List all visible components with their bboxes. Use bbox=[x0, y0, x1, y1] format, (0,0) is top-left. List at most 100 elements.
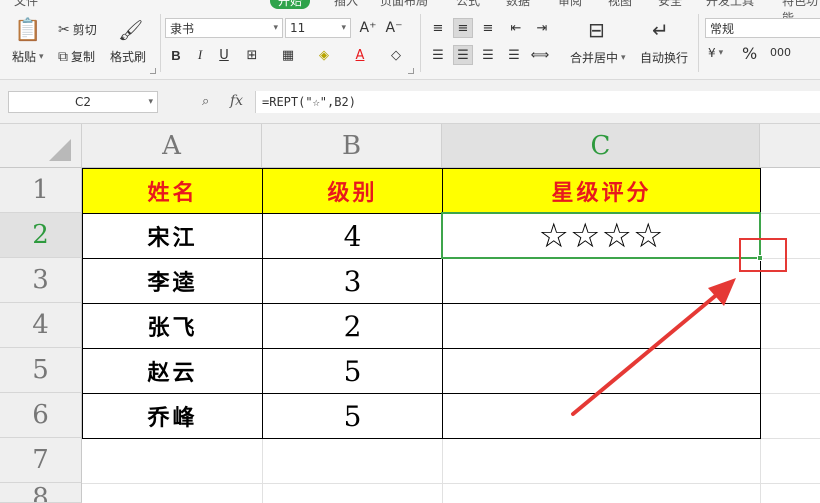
row-header-2[interactable]: 2 bbox=[0, 213, 82, 258]
borders-icon[interactable]: ⊞ bbox=[242, 45, 262, 65]
gridline bbox=[82, 483, 820, 484]
paste-icon[interactable]: 📋 bbox=[14, 18, 41, 43]
cell-a1[interactable]: 姓名 bbox=[83, 169, 263, 214]
row-header-8[interactable]: 8 bbox=[0, 483, 82, 503]
menu-developer[interactable]: 开发工具 bbox=[706, 0, 754, 9]
eraser-icon[interactable]: ◇ bbox=[386, 45, 406, 65]
currency-button[interactable]: ¥ ▾ bbox=[708, 46, 723, 60]
formula-text: =REPT("☆",B2) bbox=[262, 95, 356, 109]
merge-center-icon[interactable]: ⊟ bbox=[588, 18, 605, 42]
menu-formula[interactable]: 公式 bbox=[456, 0, 480, 9]
align-top-icon[interactable]: ≡ bbox=[428, 18, 448, 38]
zoom-search-icon[interactable]: ⌕ bbox=[202, 94, 209, 109]
format-painter-icon[interactable]: 🖌 bbox=[118, 18, 143, 42]
paste-label: 粘贴 bbox=[12, 50, 37, 64]
wrap-text-button[interactable]: 自动换行 bbox=[640, 49, 688, 66]
menu-file[interactable]: 文件 bbox=[14, 0, 38, 9]
menu-view[interactable]: 视图 bbox=[608, 0, 632, 9]
menu-data[interactable]: 数据 bbox=[506, 0, 530, 9]
name-box[interactable]: C2 ▾ bbox=[8, 91, 158, 113]
column-header-c[interactable]: C bbox=[442, 124, 760, 168]
row-header-1[interactable]: 1 bbox=[0, 168, 82, 213]
wrap-text-icon[interactable]: ↵ bbox=[652, 18, 669, 42]
cell-b2[interactable]: 4 bbox=[263, 214, 443, 259]
indent-decrease-icon[interactable]: ⇤ bbox=[506, 18, 526, 38]
row-header-6[interactable]: 6 bbox=[0, 393, 82, 438]
row-header-4[interactable]: 4 bbox=[0, 303, 82, 348]
font-size-select[interactable]: 11 ▾ bbox=[285, 18, 351, 38]
percent-icon: % bbox=[742, 44, 758, 63]
distribute-icon[interactable]: ⟺ bbox=[530, 45, 550, 65]
cell-b6[interactable]: 5 bbox=[263, 394, 443, 439]
wrap-text-label: 自动换行 bbox=[640, 51, 689, 65]
cell-b5[interactable]: 5 bbox=[263, 349, 443, 394]
bold-button[interactable]: B bbox=[166, 45, 186, 65]
thousands-button[interactable]: 000 bbox=[770, 46, 791, 59]
cell-c1[interactable]: 星级评分 bbox=[443, 169, 761, 214]
align-center-icon[interactable]: ☰ bbox=[453, 45, 473, 65]
chevron-down-icon: ▾ bbox=[148, 97, 153, 107]
formula-input[interactable]: =REPT("☆",B2) bbox=[255, 91, 820, 113]
select-all-corner[interactable] bbox=[0, 124, 82, 168]
menu-security[interactable]: 安全 bbox=[658, 0, 682, 9]
menu-home[interactable]: 开始 bbox=[270, 0, 311, 9]
cell-b4[interactable]: 2 bbox=[263, 304, 443, 349]
cell-b1[interactable]: 级别 bbox=[263, 169, 443, 214]
chevron-down-icon: ▾ bbox=[273, 23, 278, 33]
align-middle-icon[interactable]: ≡ bbox=[453, 18, 473, 38]
align-right-icon[interactable]: ☰ bbox=[478, 45, 498, 65]
fill-color-icon[interactable]: ◈ bbox=[314, 45, 334, 65]
merge-center-button[interactable]: 合并居中 ▾ bbox=[570, 49, 626, 66]
cell-a2[interactable]: 宋江 bbox=[83, 214, 263, 259]
column-header-a[interactable]: A bbox=[82, 124, 262, 168]
clipboard-group-launcher[interactable] bbox=[150, 68, 156, 74]
font-name-select[interactable]: 隶书 ▾ bbox=[165, 18, 283, 38]
group-divider bbox=[698, 14, 699, 72]
spreadsheet-grid[interactable]: A B C 1 2 3 4 5 6 7 8 姓名 级别 星级评分 宋江 4 ☆☆… bbox=[0, 124, 820, 503]
percent-button[interactable]: % bbox=[742, 44, 757, 63]
underline-button[interactable]: U bbox=[214, 45, 234, 65]
copy-button[interactable]: ⧉ 复制 bbox=[58, 48, 95, 65]
column-header-b[interactable]: B bbox=[262, 124, 442, 168]
font-color-icon[interactable]: A bbox=[350, 45, 370, 65]
font-group-launcher[interactable] bbox=[408, 68, 414, 74]
cell-a6[interactable]: 乔峰 bbox=[83, 394, 263, 439]
cell-a3[interactable]: 李逵 bbox=[83, 259, 263, 304]
menu-page-layout[interactable]: 页面布局 bbox=[380, 0, 428, 9]
font-name-value: 隶书 bbox=[170, 21, 195, 36]
format-painter-button[interactable]: 格式刷 bbox=[110, 48, 146, 65]
cell-a5[interactable]: 赵云 bbox=[83, 349, 263, 394]
row-header-3[interactable]: 3 bbox=[0, 258, 82, 303]
menu-review[interactable]: 审阅 bbox=[558, 0, 582, 9]
align-left-icon[interactable]: ☰ bbox=[428, 45, 448, 65]
font-size-value: 11 bbox=[290, 21, 306, 35]
shrink-font-button[interactable]: A⁻ bbox=[384, 18, 404, 38]
cell-c2[interactable]: ☆☆☆☆ bbox=[443, 214, 761, 259]
row-header-5[interactable]: 5 bbox=[0, 348, 82, 393]
cut-label: 剪切 bbox=[72, 23, 97, 37]
fx-icon[interactable]: fx bbox=[230, 93, 243, 109]
italic-button[interactable]: I bbox=[190, 45, 210, 65]
number-format-select[interactable]: 常规 bbox=[705, 18, 820, 38]
merge-center-label: 合并居中 bbox=[570, 51, 619, 65]
menu-insert[interactable]: 插入 bbox=[334, 0, 358, 9]
justify-icon[interactable]: ☰ bbox=[504, 45, 524, 65]
formula-bar: C2 ▾ ⌕ fx =REPT("☆",B2) bbox=[0, 80, 820, 124]
column-header-d[interactable] bbox=[760, 124, 820, 168]
cell-a4[interactable]: 张飞 bbox=[83, 304, 263, 349]
currency-icon: ¥ bbox=[708, 46, 716, 60]
cell-b3[interactable]: 3 bbox=[263, 259, 443, 304]
number-format-value: 常规 bbox=[710, 21, 735, 36]
thousands-icon: 000 bbox=[770, 46, 791, 59]
menu-strip: 文件 开始 插入 页面布局 公式 数据 审阅 视图 安全 开发工具 特色功能 bbox=[0, 0, 820, 25]
align-bottom-icon[interactable]: ≡ bbox=[478, 18, 498, 38]
ribbon-toolbar: 文件 开始 插入 页面布局 公式 数据 审阅 视图 安全 开发工具 特色功能 📋… bbox=[0, 0, 820, 80]
format-painter-label: 格式刷 bbox=[110, 50, 147, 64]
row-header-7[interactable]: 7 bbox=[0, 438, 82, 483]
cut-button[interactable]: ✂ 剪切 bbox=[58, 21, 97, 38]
indent-increase-icon[interactable]: ⇥ bbox=[532, 18, 552, 38]
grow-font-button[interactable]: A⁺ bbox=[358, 18, 378, 38]
cell-style-icon[interactable]: ▦ bbox=[278, 45, 298, 65]
chevron-down-icon: ▾ bbox=[341, 23, 346, 33]
paste-button[interactable]: 粘贴 ▾ bbox=[12, 48, 44, 65]
